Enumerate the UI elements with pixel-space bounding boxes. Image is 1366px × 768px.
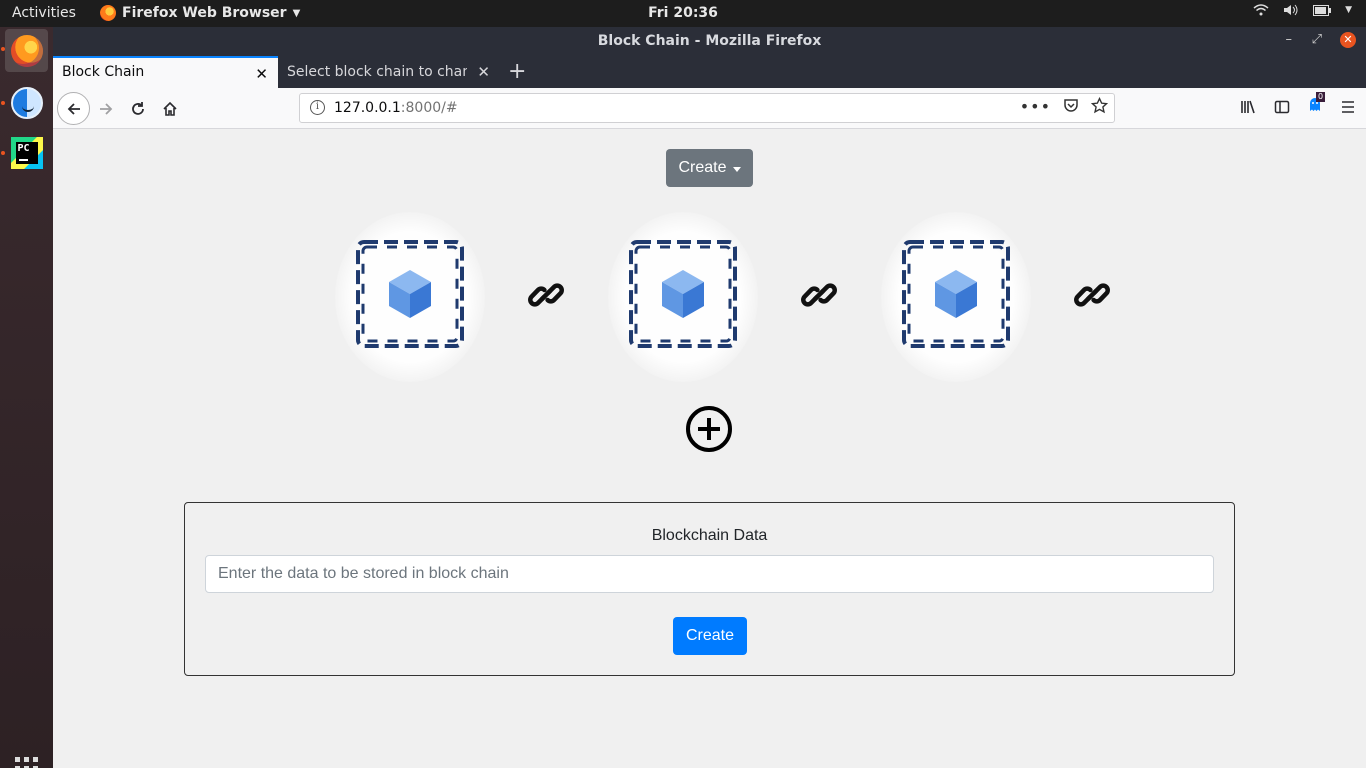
create-button[interactable]: Create	[673, 617, 747, 655]
reload-button[interactable]	[125, 96, 151, 122]
dock-item-finder[interactable]	[5, 81, 48, 124]
pycharm-label: PC	[15, 141, 38, 164]
blockchain-data-panel: Blockchain Data Create	[184, 502, 1235, 676]
chained-block-icon	[356, 240, 464, 348]
show-applications-icon[interactable]	[15, 757, 38, 768]
arrow-right-icon	[100, 103, 113, 115]
chevron-down-icon: ▼	[1345, 5, 1352, 15]
url-path: :8000/#	[400, 100, 458, 116]
wifi-icon	[1253, 4, 1269, 16]
minimize-icon[interactable]: –	[1286, 32, 1293, 47]
blockchain-data-input[interactable]	[205, 555, 1214, 593]
arrow-left-icon	[67, 102, 80, 115]
dock-item-pycharm[interactable]: PC	[5, 131, 48, 174]
page-actions-icon[interactable]: •••	[1020, 97, 1051, 116]
window-title: Block Chain - Mozilla Firefox	[597, 33, 822, 49]
app-menu-label: Firefox Web Browser	[122, 5, 287, 21]
chained-block-icon	[902, 240, 1010, 348]
block-item[interactable]	[335, 212, 485, 382]
back-button[interactable]	[57, 92, 90, 125]
system-top-bar: Activities Firefox Web Browser ▼ Fri 20:…	[0, 0, 1366, 27]
create-dropdown-button[interactable]: Create	[666, 149, 753, 187]
battery-icon	[1313, 4, 1332, 16]
link-icon	[1074, 283, 1110, 307]
navigation-toolbar: i 127.0.0.1:8000/# ••• 0	[53, 88, 1366, 129]
hamburger-menu-icon[interactable]	[1340, 99, 1356, 115]
tab-bar: Block Chain ✕ Select block chain to chan…	[53, 56, 1366, 88]
block-item[interactable]	[608, 212, 758, 382]
pocket-icon[interactable]	[1063, 97, 1079, 113]
tab-block-chain[interactable]: Block Chain ✕	[53, 56, 278, 88]
page-content: Create Blockchain Data Enter the data to…	[53, 129, 1366, 768]
panel-title: Blockchain Data	[651, 527, 768, 544]
library-icon[interactable]	[1240, 99, 1256, 115]
notification-badge: 0	[1316, 92, 1326, 102]
home-icon	[163, 101, 177, 116]
add-block-plus-icon[interactable]	[685, 405, 733, 453]
bookmark-star-icon[interactable]	[1091, 97, 1108, 114]
link-icon	[801, 283, 837, 307]
reload-icon	[132, 102, 144, 115]
tab-label: Select block chain to change	[287, 64, 467, 80]
close-tab-icon[interactable]: ✕	[255, 65, 268, 83]
firefox-icon	[10, 34, 43, 67]
url-bar[interactable]: i 127.0.0.1:8000/# •••	[299, 93, 1115, 123]
home-button[interactable]	[157, 96, 183, 122]
chevron-down-icon: ▼	[292, 7, 301, 19]
tab-select-block-chain[interactable]: Select block chain to change ✕	[278, 56, 500, 88]
link-icon	[528, 283, 564, 307]
chained-block-icon	[629, 240, 737, 348]
sidebar-icon[interactable]	[1274, 99, 1290, 115]
volume-icon	[1284, 4, 1298, 16]
firefox-icon	[100, 5, 116, 21]
url-text: 127.0.0.1:8000/#	[334, 100, 458, 116]
dropdown-label: Create	[678, 159, 727, 176]
dock: PC	[0, 27, 53, 768]
caret-down-icon	[732, 166, 741, 172]
activities-button[interactable]: Activities	[12, 5, 76, 21]
info-icon[interactable]: i	[310, 100, 325, 115]
window-titlebar: Block Chain - Mozilla Firefox – ⤢ ✕	[53, 27, 1366, 56]
app-menu[interactable]: Firefox Web Browser ▼	[100, 5, 300, 21]
close-tab-icon[interactable]: ✕	[477, 63, 490, 81]
block-item[interactable]	[881, 212, 1031, 382]
url-host: 127.0.0.1	[334, 100, 401, 116]
system-tray[interactable]: ▼	[1253, 4, 1352, 16]
ghostery-extension-icon[interactable]: 0	[1308, 92, 1326, 117]
toolbar-right: 0	[1240, 92, 1356, 117]
close-window-icon[interactable]: ✕	[1340, 32, 1356, 48]
finder-icon	[10, 86, 43, 119]
dock-item-firefox[interactable]	[5, 29, 48, 72]
new-tab-button[interactable]: +	[508, 59, 526, 84]
tab-label: Block Chain	[62, 64, 145, 80]
pycharm-icon: PC	[10, 136, 43, 169]
restore-icon[interactable]: ⤢	[1312, 32, 1322, 47]
forward-button[interactable]	[93, 96, 119, 122]
